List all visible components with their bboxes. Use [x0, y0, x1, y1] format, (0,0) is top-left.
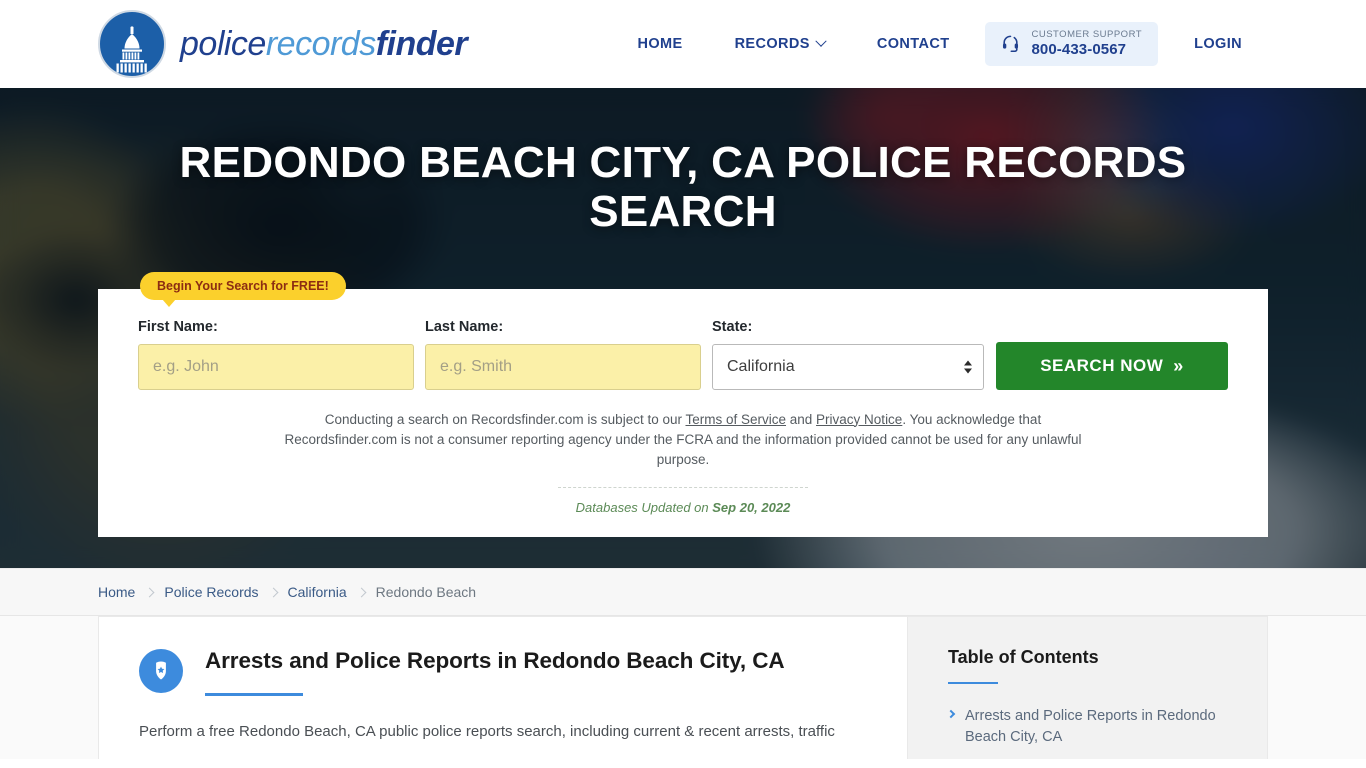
databases-updated: Databases Updated on Sep 20, 2022	[138, 487, 1228, 515]
updated-date: Sep 20, 2022	[712, 500, 791, 516]
first-name-field-group: First Name:	[138, 319, 414, 390]
site-logo[interactable]: policerecordsfinder	[98, 10, 468, 78]
last-name-input[interactable]	[425, 343, 701, 390]
article-title: Arrests and Police Reports in Redondo Be…	[205, 648, 785, 673]
chevron-down-icon	[815, 35, 827, 47]
first-name-label: First Name:	[138, 318, 218, 335]
chevron-right-icon	[356, 587, 367, 597]
breadcrumb-item-california[interactable]: California	[288, 584, 347, 600]
toc-item-label: Arrests and Police Reports in Redondo Be…	[965, 708, 1216, 745]
toc-underline-rule	[948, 682, 998, 684]
search-disclaimer: Conducting a search on Recordsfinder.com…	[268, 410, 1098, 471]
support-phone: 800-433-0567	[1031, 40, 1127, 58]
search-now-button[interactable]: SEARCH NOW »	[996, 341, 1228, 390]
state-select[interactable]: CaliforniaAlabamaAlaskaArizonaTexasNew Y…	[712, 343, 984, 390]
nav-contact-label: CONTACT	[876, 35, 950, 52]
search-now-label: SEARCH NOW	[1040, 355, 1164, 375]
breadcrumb-item-police-records[interactable]: Police Records	[164, 584, 258, 600]
site-header: policerecordsfinder HOME RECORDS CONTACT…	[0, 0, 1366, 88]
toc-item[interactable]: Arrests and Police Reports in Redondo Be…	[946, 706, 1235, 747]
logo-wordmark: policerecordsfinder	[180, 24, 468, 64]
first-name-input[interactable]	[138, 343, 414, 390]
page-title: REDONDO BEACH CITY, CA POLICE RECORDS SE…	[179, 138, 1187, 237]
title-underline-rule	[205, 693, 303, 697]
police-badge-icon	[139, 649, 183, 693]
headset-icon	[1003, 36, 1019, 53]
chevron-right-icon	[946, 709, 956, 719]
state-label: State:	[712, 318, 753, 335]
hero-section: REDONDO BEACH CITY, CA POLICE RECORDS SE…	[0, 88, 1366, 568]
breadcrumb-item-home[interactable]: Home	[98, 584, 135, 600]
search-form-card: Begin Your Search for FREE! First Name: …	[98, 271, 1268, 538]
toc-list: Arrests and Police Reports in Redondo Be…	[946, 706, 1235, 747]
table-of-contents: Table of Contents Arrests and Police Rep…	[908, 616, 1268, 759]
last-name-field-group: Last Name:	[425, 319, 701, 390]
updated-prefix: Databases Updated on	[575, 500, 713, 516]
nav-records-label: RECORDS	[734, 35, 810, 52]
disclaimer-part1: Conducting a search on Recordsfinder.com…	[324, 411, 686, 427]
chevron-right-icon	[268, 587, 278, 597]
free-search-badge: Begin Your Search for FREE!	[140, 271, 346, 307]
logo-text-finder: finder	[375, 24, 468, 63]
logo-text-records: records	[265, 24, 376, 63]
logo-text-police: police	[180, 24, 266, 63]
nav-login-label: LOGIN	[1194, 35, 1242, 52]
breadcrumb-bar: Home Police Records California Redondo B…	[0, 568, 1366, 616]
breadcrumb: Home Police Records California Redondo B…	[98, 584, 1268, 600]
nav-contact[interactable]: CONTACT	[851, 26, 976, 62]
privacy-notice-link[interactable]: Privacy Notice	[816, 412, 902, 427]
search-form-row: First Name: Last Name: State: California…	[138, 319, 1228, 390]
customer-support-button[interactable]: CUSTOMER SUPPORT 800-433-0567	[985, 21, 1159, 67]
disclaimer-mid: and	[786, 411, 817, 427]
capitol-dome-icon	[98, 10, 166, 78]
terms-of-service-link[interactable]: Terms of Service	[685, 412, 786, 427]
article-card: Arrests and Police Reports in Redondo Be…	[98, 616, 908, 759]
support-label: CUSTOMER SUPPORT	[1031, 28, 1143, 40]
nav-records[interactable]: RECORDS	[709, 26, 851, 62]
toc-title: Table of Contents	[948, 647, 1099, 667]
nav-home-label: HOME	[637, 35, 683, 52]
chevron-right-icon	[144, 587, 155, 597]
breadcrumb-item-current: Redondo Beach	[375, 584, 477, 600]
double-chevron-right-icon: »	[1173, 355, 1184, 376]
content-area: Arrests and Police Reports in Redondo Be…	[0, 616, 1366, 759]
main-navigation: HOME RECORDS CONTACT CUSTOMER SUPPORT 80…	[611, 21, 1268, 67]
nav-home[interactable]: HOME	[611, 26, 708, 62]
state-field-group: State: CaliforniaAlabamaAlaskaArizonaTex…	[712, 319, 984, 390]
last-name-label: Last Name:	[425, 318, 504, 335]
article-body-text: Perform a free Redondo Beach, CA public …	[139, 723, 835, 741]
nav-login[interactable]: LOGIN	[1168, 26, 1268, 62]
